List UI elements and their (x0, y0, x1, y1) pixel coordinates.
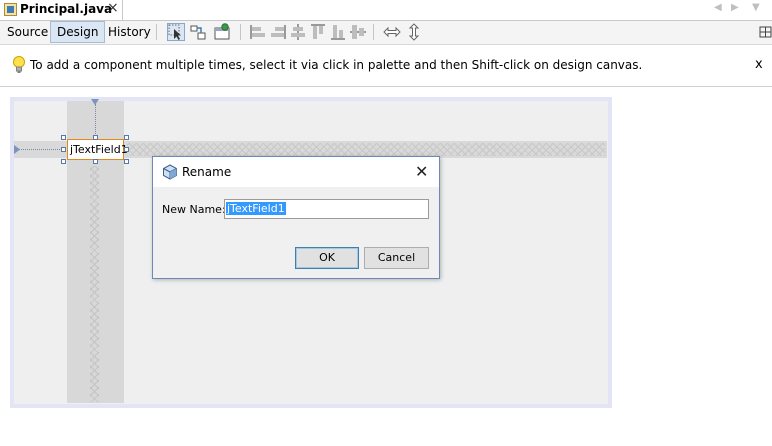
resize-handle[interactable] (93, 135, 98, 140)
resize-handle[interactable] (61, 159, 66, 164)
editor-toolbar: Source Design History (0, 21, 772, 45)
tab-menu-icon[interactable]: ▼ (752, 2, 760, 13)
netbeans-cube-icon (163, 164, 177, 180)
anchor-left-icon (14, 145, 20, 154)
jtextfield-text: jTextField1 (70, 143, 128, 156)
toolbar-separator (240, 24, 241, 40)
connection-mode-icon[interactable] (189, 23, 207, 41)
tab-title: Principal.java (20, 2, 113, 16)
java-file-icon (4, 3, 17, 16)
tab-principal-java[interactable]: Principal.java × (0, 0, 123, 20)
align-top-icon[interactable] (309, 23, 327, 41)
resize-handle[interactable] (124, 147, 129, 152)
scroll-right-icon[interactable]: ▶ (731, 2, 739, 13)
jtextfield-component[interactable]: jTextField1 (67, 139, 128, 160)
resize-vertical-icon[interactable] (405, 23, 423, 41)
toolbar-separator (373, 24, 374, 40)
dialog-close-button[interactable]: ✕ (415, 162, 428, 181)
preview-design-icon[interactable] (213, 23, 231, 41)
cancel-button[interactable]: Cancel (364, 247, 429, 269)
new-name-field[interactable]: jTextField1 (224, 199, 429, 219)
align-right-icon[interactable] (269, 23, 287, 41)
resize-handle[interactable] (61, 147, 66, 152)
center-vertical-icon[interactable] (349, 23, 367, 41)
align-left-icon[interactable] (249, 23, 267, 41)
tab-history[interactable]: History (102, 21, 157, 43)
ok-button[interactable]: OK (295, 247, 359, 269)
tab-design[interactable]: Design (50, 21, 106, 43)
tab-close-button[interactable]: × (107, 0, 119, 16)
resizable-gap-horizontal (127, 143, 605, 156)
rename-dialog: Rename ✕ New Name: jTextField1 OK Cancel (152, 156, 440, 279)
selection-mode-icon[interactable] (167, 23, 185, 41)
anchor-top-icon (91, 99, 99, 105)
new-name-label: New Name: (162, 203, 226, 216)
center-horizontal-icon[interactable] (289, 23, 307, 41)
hint-message: To add a component multiple times, selec… (30, 58, 643, 72)
resize-handle[interactable] (61, 135, 66, 140)
hint-bar: To add a component multiple times, selec… (0, 45, 772, 87)
align-bottom-icon[interactable] (329, 23, 347, 41)
editor-tab-strip: Principal.java × ◀ ▶ ▼ (0, 0, 772, 21)
tab-source[interactable]: Source (1, 21, 54, 43)
dialog-titlebar[interactable]: Rename ✕ (153, 157, 439, 187)
lightbulb-icon (13, 56, 25, 73)
maximize-editor-icon[interactable] (757, 23, 772, 41)
resize-handle[interactable] (124, 135, 129, 140)
hint-close-button[interactable]: x (755, 57, 763, 72)
resize-handle[interactable] (93, 159, 98, 164)
dialog-title: Rename (182, 165, 232, 179)
scroll-left-icon[interactable]: ◀ (714, 2, 722, 13)
resize-horizontal-icon[interactable] (383, 23, 401, 41)
resizable-gap-vertical (90, 166, 99, 402)
new-name-value: jTextField1 (226, 202, 286, 215)
toolbar-separator (156, 24, 157, 40)
resize-handle[interactable] (124, 159, 129, 164)
